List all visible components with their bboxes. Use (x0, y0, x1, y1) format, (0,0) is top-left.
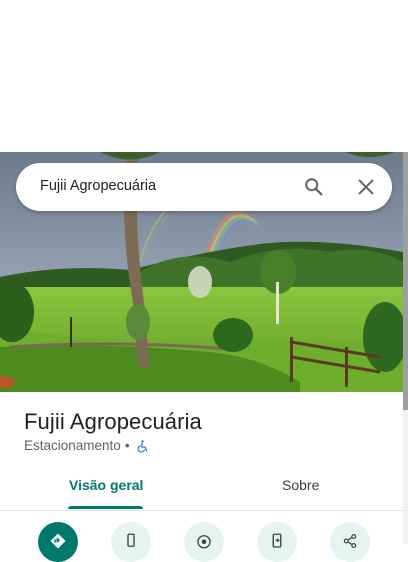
send-to-phone-button[interactable] (257, 522, 297, 562)
wheelchair-accessible-icon (136, 439, 149, 453)
place-title: Fujii Agropecuária (24, 409, 202, 434)
close-icon[interactable] (355, 176, 377, 198)
place-subtitle: Estacionamento • (24, 438, 149, 453)
nearby-button[interactable] (184, 522, 224, 562)
directions-button[interactable] (38, 522, 78, 562)
scrollbar[interactable] (403, 152, 408, 544)
scrollbar-thumb[interactable] (403, 152, 408, 410)
call-button[interactable] (111, 522, 151, 562)
tab-about[interactable]: Sobre (282, 477, 319, 493)
search-input[interactable]: Fujii Agropecuária (40, 178, 156, 194)
selected-tab-indicator (68, 506, 143, 509)
nearby-icon (197, 535, 211, 549)
directions-icon (50, 533, 66, 549)
phone-icon (127, 533, 135, 547)
send-to-phone-icon (272, 533, 282, 548)
place-category[interactable]: Estacionamento (24, 438, 121, 453)
place-tabs: Visão geral Sobre (0, 466, 403, 511)
map-area-blank (0, 0, 408, 152)
share-icon (343, 534, 357, 548)
share-button[interactable] (330, 522, 370, 562)
separator-dot: • (124, 438, 130, 453)
tab-overview[interactable]: Visão geral (69, 477, 143, 493)
search-box[interactable]: Fujii Agropecuária (16, 163, 392, 211)
search-icon[interactable] (303, 176, 325, 198)
